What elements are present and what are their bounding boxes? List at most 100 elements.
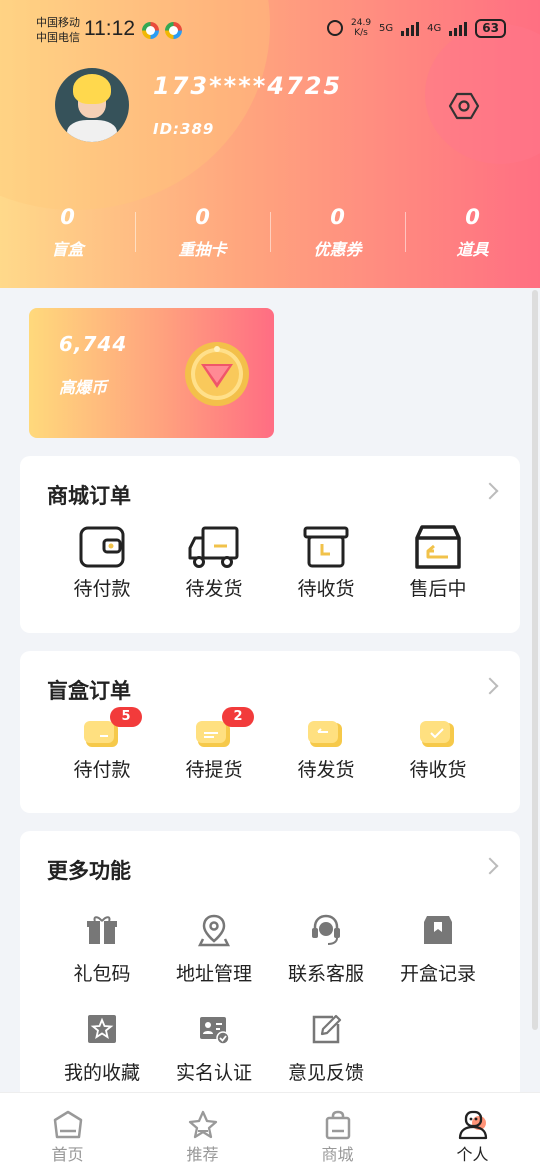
coin-amount: 6,744 (59, 332, 128, 356)
function-label: 礼包码 (73, 963, 131, 985)
carrier-1: 中国移动 (36, 16, 80, 29)
order-label: 待发货 (297, 759, 355, 781)
tab-profile[interactable]: 个人 (405, 1093, 540, 1170)
tab-recommend[interactable]: 推荐 (135, 1093, 270, 1170)
order-pending-shipment[interactable]: 待发货 (158, 524, 270, 601)
return-box-icon (415, 525, 461, 569)
address-management-button[interactable]: 地址管理 (158, 913, 270, 986)
star-icon (188, 1110, 217, 1139)
order-pending-receipt[interactable]: 待收货 (270, 524, 382, 601)
function-label: 意见反馈 (287, 1062, 364, 1084)
home-icon (53, 1110, 82, 1139)
blind-pending-shipment[interactable]: 待发货 (270, 719, 382, 782)
stat-label: 盲盒 (51, 240, 84, 259)
tab-mall[interactable]: 商城 (270, 1093, 405, 1170)
app-notification-icon (142, 22, 159, 39)
coin-balance-card[interactable]: 6,744 高爆币 (29, 308, 274, 438)
order-label: 售后中 (409, 578, 467, 600)
order-pending-payment[interactable]: 待付款 (46, 524, 158, 601)
feedback-button[interactable]: 意见反馈 (270, 1012, 382, 1085)
headset-icon (312, 914, 340, 945)
chevron-right-icon[interactable] (481, 482, 499, 500)
gift-icon (87, 916, 117, 944)
scrollbar[interactable] (532, 290, 538, 1030)
user-id: ID:389 (153, 120, 215, 138)
order-label: 待发货 (185, 578, 243, 600)
bookmark-box-icon (424, 916, 452, 944)
function-label: 地址管理 (175, 963, 252, 985)
card-title: 商城订单 (47, 484, 131, 508)
network-type: 5G (379, 22, 394, 34)
stat-label: 优惠券 (313, 240, 362, 259)
chevron-right-icon[interactable] (481, 857, 499, 875)
clock: 11:12 (84, 17, 135, 40)
id-card-icon (200, 1017, 230, 1045)
count-badge: 2 (222, 707, 254, 727)
more-functions-card: 更多功能 礼包码 地址管理 联系客服 开盒记录 我的收藏 实名认证 意见反馈 (20, 831, 520, 1101)
blind-pending-receipt[interactable]: 待收货 (382, 719, 494, 782)
function-label: 我的收藏 (63, 1062, 140, 1084)
real-name-verification-button[interactable]: 实名认证 (158, 1012, 270, 1085)
stat-value: 0 (60, 205, 75, 229)
chevron-right-icon[interactable] (481, 677, 499, 695)
stat-label: 重抽卡 (178, 240, 227, 259)
stat-redraw-card[interactable]: 0 重抽卡 (135, 204, 270, 264)
stat-value: 0 (465, 205, 480, 229)
order-label: 待提货 (185, 759, 243, 781)
favorites-button[interactable]: 我的收藏 (46, 1012, 158, 1085)
blind-pending-pickup[interactable]: 2 待提货 (158, 707, 270, 782)
avatar[interactable] (55, 68, 129, 142)
network-type: 4G (427, 22, 442, 34)
person-icon (458, 1110, 487, 1140)
function-label: 联系客服 (287, 963, 364, 985)
return-icon (308, 721, 342, 747)
net-speed: 24.9 K/s (351, 18, 371, 38)
card-title: 盲盒订单 (47, 679, 131, 703)
avatar-hair (73, 74, 111, 104)
user-phone: 173****4725 (153, 72, 343, 100)
coin-label: 高爆币 (59, 378, 108, 397)
truck-icon (188, 526, 239, 568)
card-title: 更多功能 (47, 859, 131, 883)
net-speed-unit: K/s (354, 28, 368, 38)
location-icon (197, 914, 231, 947)
coin-icon (185, 342, 249, 406)
order-label: 待收货 (409, 759, 467, 781)
open-box-history-button[interactable]: 开盒记录 (382, 913, 494, 986)
gift-code-button[interactable]: 礼包码 (46, 913, 158, 986)
order-after-sale[interactable]: 售后中 (382, 524, 494, 601)
tab-label: 推荐 (186, 1145, 219, 1164)
stat-label: 道具 (456, 240, 489, 259)
function-label: 实名认证 (175, 1062, 252, 1084)
order-label: 待付款 (73, 759, 131, 781)
edit-icon (312, 1014, 342, 1044)
tab-label: 个人 (456, 1145, 489, 1164)
tab-home[interactable]: 首页 (0, 1093, 135, 1170)
signal-icon (449, 20, 468, 36)
stat-coupon[interactable]: 0 优惠券 (270, 204, 405, 264)
app-notification-icon (165, 22, 182, 39)
battery-icon: 63 (475, 18, 506, 38)
blind-pending-payment[interactable]: 5 待付款 (46, 707, 158, 782)
carrier-info: 中国移动 中国电信 (36, 15, 80, 45)
stat-value: 0 (195, 205, 210, 229)
signal-icon (401, 20, 420, 36)
shopping-bag-icon (325, 1110, 350, 1140)
count-badge: 5 (110, 707, 142, 727)
mall-orders-card: 商城订单 待付款 待发货 待收货 售后中 (20, 456, 520, 633)
blind-box-orders-card: 盲盒订单 5 待付款 2 待提货 待发货 待收货 (20, 651, 520, 813)
box-clock-icon (303, 526, 349, 568)
tab-label: 商城 (321, 1145, 354, 1164)
stat-blind-box[interactable]: 0 盲盒 (0, 204, 135, 264)
settings-icon[interactable] (448, 90, 480, 122)
status-bar: 中国移动 中国电信 11:12 24.9 K/s 5G 4G 63 (0, 0, 540, 58)
status-icons: 24.9 K/s 5G 4G 63 (327, 18, 506, 38)
net-speed-value: 24.9 (351, 18, 372, 28)
alarm-icon (327, 20, 343, 36)
wallet-icon (79, 526, 125, 568)
stat-props[interactable]: 0 道具 (405, 204, 540, 264)
customer-service-button[interactable]: 联系客服 (270, 913, 382, 986)
star-icon (88, 1015, 116, 1043)
tab-label: 首页 (51, 1145, 84, 1164)
stat-value: 0 (330, 205, 345, 229)
